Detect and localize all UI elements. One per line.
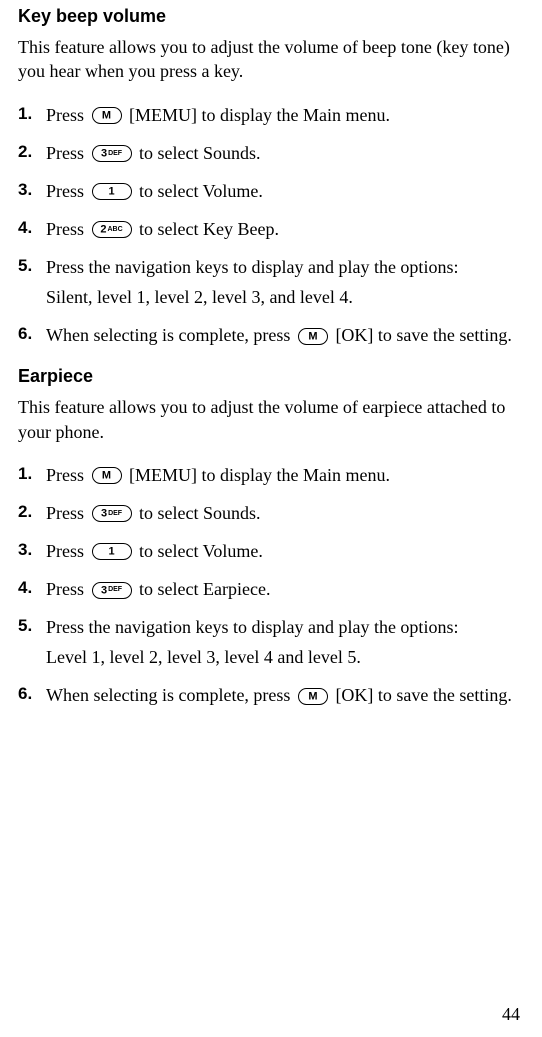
step-text: Press <box>46 579 89 599</box>
step-text: [MEMU] to display the Main menu. <box>129 465 390 485</box>
step: 1. Press M [MEMU] to display the Main me… <box>18 462 524 488</box>
key-1-icon: 1 <box>92 183 132 200</box>
key-3-icon: 3DEF <box>92 582 132 599</box>
step-text: to select Key Beep. <box>139 219 279 239</box>
step: 3. Press 1 to select Volume. <box>18 178 524 204</box>
step: 1. Press M [MEMU] to display the Main me… <box>18 102 524 128</box>
step-list: 1. Press M [MEMU] to display the Main me… <box>18 462 524 709</box>
step-text: Press <box>46 219 89 239</box>
step-text: to select Volume. <box>139 541 263 561</box>
step-number: 5. <box>18 254 46 279</box>
step-number: 4. <box>18 576 46 601</box>
step-number: 2. <box>18 500 46 525</box>
step-number: 6. <box>18 682 46 707</box>
step-text: to select Sounds. <box>139 503 261 523</box>
section-desc: This feature allows you to adjust the vo… <box>18 35 524 84</box>
step-number: 6. <box>18 322 46 347</box>
section-title: Earpiece <box>18 366 524 387</box>
step: 6. When selecting is complete, press M [… <box>18 682 524 708</box>
step-text: to select Earpiece. <box>139 579 270 599</box>
page-number: 44 <box>502 1004 520 1025</box>
key-m-icon: M <box>92 107 122 124</box>
step-number: 1. <box>18 462 46 487</box>
step-number: 3. <box>18 178 46 203</box>
step-text: [OK] to save the setting. <box>335 685 511 705</box>
step-text: Press <box>46 465 89 485</box>
step: 3. Press 1 to select Volume. <box>18 538 524 564</box>
step-text: Press <box>46 541 89 561</box>
step-text: Press <box>46 143 89 163</box>
step-text: Press <box>46 181 89 201</box>
step-number: 1. <box>18 102 46 127</box>
step-text: to select Volume. <box>139 181 263 201</box>
key-m-icon: M <box>298 328 328 345</box>
step-subtext: Silent, level 1, level 2, level 3, and l… <box>46 284 524 310</box>
key-m-icon: M <box>298 688 328 705</box>
step-text: [OK] to save the setting. <box>335 325 511 345</box>
key-2-icon: 2ABC <box>92 221 132 238</box>
step-number: 4. <box>18 216 46 241</box>
step-number: 5. <box>18 614 46 639</box>
section-desc: This feature allows you to adjust the vo… <box>18 395 524 444</box>
step: 4. Press 3DEF to select Earpiece. <box>18 576 524 602</box>
step: 2. Press 3DEF to select Sounds. <box>18 140 524 166</box>
step: 5. Press the navigation keys to display … <box>18 614 524 670</box>
step-text: Press the navigation keys to display and… <box>46 257 458 277</box>
step-subtext: Level 1, level 2, level 3, level 4 and l… <box>46 644 524 670</box>
step-text: Press <box>46 503 89 523</box>
step-text: Press the navigation keys to display and… <box>46 617 458 637</box>
step-text: Press <box>46 105 89 125</box>
section-earpiece: Earpiece This feature allows you to adju… <box>18 366 524 708</box>
step-text: to select Sounds. <box>139 143 261 163</box>
key-m-icon: M <box>92 467 122 484</box>
section-key-beep: Key beep volume This feature allows you … <box>18 6 524 348</box>
section-title: Key beep volume <box>18 6 524 27</box>
step-text: [MEMU] to display the Main menu. <box>129 105 390 125</box>
key-1-icon: 1 <box>92 543 132 560</box>
step: 4. Press 2ABC to select Key Beep. <box>18 216 524 242</box>
step-number: 3. <box>18 538 46 563</box>
key-3-icon: 3DEF <box>92 145 132 162</box>
step-number: 2. <box>18 140 46 165</box>
step: 2. Press 3DEF to select Sounds. <box>18 500 524 526</box>
step: 6. When selecting is complete, press M [… <box>18 322 524 348</box>
step-text: When selecting is complete, press <box>46 325 295 345</box>
key-3-icon: 3DEF <box>92 505 132 522</box>
step-text: When selecting is complete, press <box>46 685 295 705</box>
step: 5. Press the navigation keys to display … <box>18 254 524 310</box>
step-list: 1. Press M [MEMU] to display the Main me… <box>18 102 524 349</box>
